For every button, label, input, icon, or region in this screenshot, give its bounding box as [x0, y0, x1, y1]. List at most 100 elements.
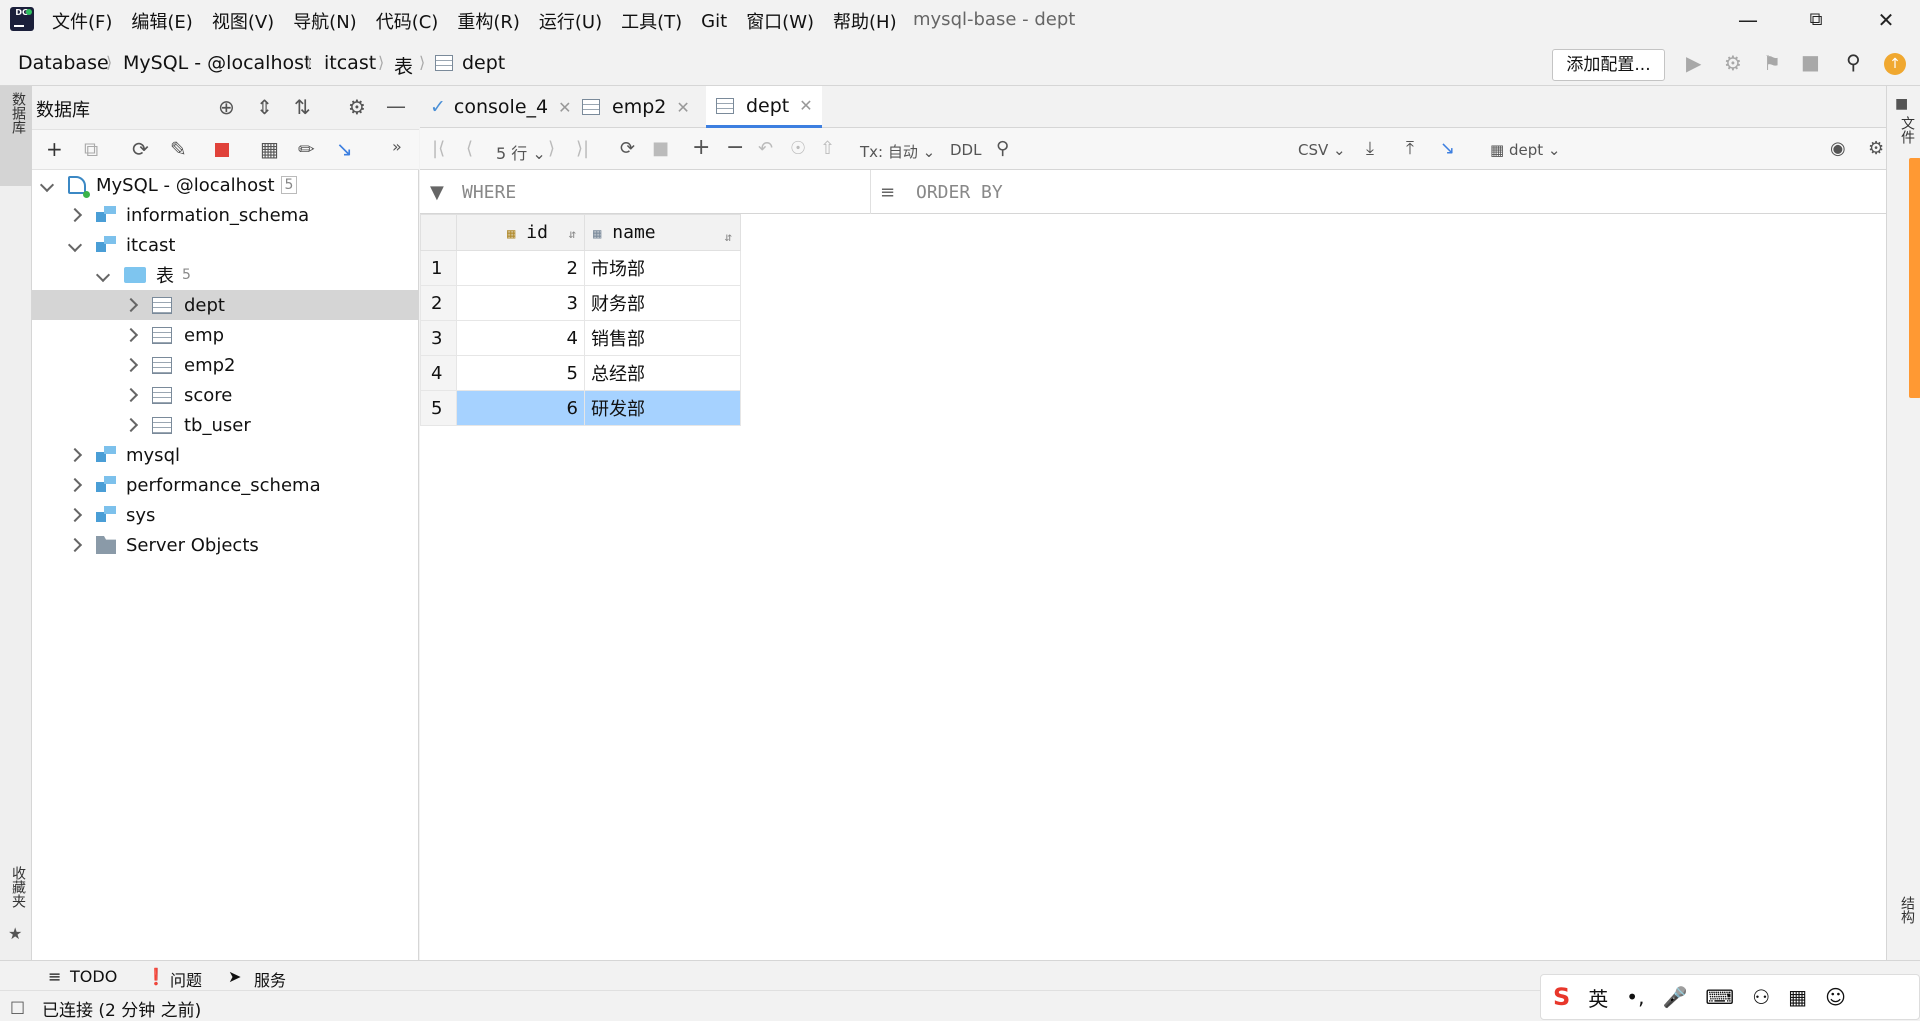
copy-icon[interactable]: ⧉	[84, 137, 98, 161]
add-icon[interactable]: +	[46, 137, 63, 161]
export-format-selector[interactable]: CSV ⌄	[1298, 141, 1346, 159]
cell-name[interactable]: 总经部	[584, 355, 741, 391]
stop-query-icon[interactable]: ■	[652, 138, 669, 159]
tab-emp2[interactable]: emp2 ✕	[572, 86, 696, 128]
compare-icon[interactable]: ↘	[1440, 138, 1455, 159]
tab-console-4[interactable]: ✓ console_4 ✕	[420, 86, 572, 128]
menu-view[interactable]: 视图(V)	[212, 8, 274, 34]
close-tab-icon[interactable]: ✕	[558, 98, 571, 117]
mascot-icon[interactable]: ☺	[1825, 985, 1846, 1009]
database-tool-tab[interactable]: 数据库	[0, 86, 32, 186]
table-row[interactable]: 1 2 市场部	[420, 250, 741, 286]
table-selector[interactable]: ▦ dept ⌄	[1490, 141, 1560, 159]
chevron-right-icon[interactable]	[123, 417, 139, 433]
hide-panel-icon[interactable]: —	[386, 94, 406, 118]
tree-node-score[interactable]: score	[123, 380, 232, 410]
menu-git[interactable]: Git	[701, 11, 727, 32]
ime-language-toggle[interactable]: 英	[1588, 983, 1608, 1012]
chevron-right-icon[interactable]	[67, 477, 83, 493]
cell-id[interactable]: 3	[456, 285, 585, 321]
problems-tab[interactable]: 问题	[170, 967, 202, 991]
reload-icon[interactable]: ⟳	[620, 138, 635, 159]
chevron-right-icon[interactable]	[123, 387, 139, 403]
tree-node-tables-folder[interactable]: 表 5	[95, 260, 191, 290]
search-icon[interactable]: ⚲	[996, 138, 1009, 159]
breadcrumb-schema[interactable]: itcast	[324, 52, 376, 74]
breadcrumb-connection[interactable]: MySQL - @localhost	[123, 52, 311, 74]
debug-icon[interactable]: ⚙	[1724, 51, 1742, 75]
tree-node-connection[interactable]: MySQL - @localhost 5	[39, 170, 298, 200]
rows-count-selector[interactable]: 5 行 ⌄	[496, 140, 546, 164]
column-header-id[interactable]: ▦ id ⇵	[456, 214, 585, 251]
chevron-right-icon[interactable]	[67, 537, 83, 553]
refresh-icon[interactable]: ⟳	[132, 137, 149, 161]
chevron-right-icon[interactable]	[123, 297, 139, 313]
file-tool-tab[interactable]: 文件	[1893, 116, 1917, 156]
chevron-down-icon[interactable]	[39, 177, 55, 193]
tab-dept[interactable]: dept ✕	[706, 86, 822, 128]
preview-icon[interactable]: ☉	[790, 138, 806, 159]
revert-icon[interactable]: ↶	[758, 138, 773, 159]
breadcrumb-tables[interactable]: 表	[394, 52, 413, 79]
cell-id[interactable]: 5	[456, 355, 585, 391]
ddl-button[interactable]: DDL	[950, 141, 981, 159]
chevron-down-icon[interactable]	[95, 267, 111, 283]
layout-icon[interactable]: □	[10, 997, 25, 1016]
tree-node-dept[interactable]: dept	[32, 290, 419, 320]
chevron-right-icon[interactable]	[67, 507, 83, 523]
tree-node-information-schema[interactable]: information_schema	[67, 200, 309, 230]
close-icon[interactable]: ✕	[1866, 4, 1906, 36]
cell-name[interactable]: 市场部	[584, 250, 741, 286]
table-editor-icon[interactable]: ▦	[260, 137, 279, 161]
disconnect-icon[interactable]	[215, 143, 229, 157]
cell-id[interactable]: 6	[456, 390, 585, 426]
chevron-down-icon[interactable]	[67, 237, 83, 253]
cell-name[interactable]: 财务部	[584, 285, 741, 321]
keyboard-icon[interactable]: ⌨	[1705, 985, 1734, 1009]
properties-icon[interactable]: ✎	[170, 137, 187, 161]
structure-tool-tab[interactable]: 结构	[1893, 896, 1917, 940]
menu-help[interactable]: 帮助(H)	[833, 8, 897, 34]
punctuation-icon[interactable]: •,	[1626, 985, 1644, 1009]
jump-icon[interactable]: ↘	[336, 137, 353, 161]
cell-name[interactable]: 研发部	[584, 390, 741, 426]
collapse-all-icon[interactable]: ⇅	[294, 95, 311, 119]
view-icon[interactable]: ◉	[1830, 138, 1846, 159]
run-icon[interactable]: ▶	[1686, 51, 1701, 75]
column-header-name[interactable]: ▦ name ⇵	[584, 214, 741, 251]
next-page-icon[interactable]: ⟩	[548, 138, 555, 159]
sort-arrows-icon[interactable]: ⇵	[569, 227, 576, 241]
scrollbar-thumb[interactable]	[1909, 158, 1920, 398]
upload-icon[interactable]: ⤒	[1406, 138, 1414, 159]
search-icon[interactable]: ⚲	[1846, 50, 1861, 74]
cell-id[interactable]: 4	[456, 320, 585, 356]
close-tab-icon[interactable]: ✕	[676, 98, 689, 117]
chevron-right-icon[interactable]	[67, 207, 83, 223]
locate-icon[interactable]: ⊕	[218, 95, 235, 119]
where-input[interactable]: WHERE	[462, 182, 516, 203]
table-row-selected[interactable]: 5 6 研发部	[420, 390, 741, 426]
cell-name[interactable]: 销售部	[584, 320, 741, 356]
menu-navigate[interactable]: 导航(N)	[293, 8, 357, 34]
sogou-logo-icon[interactable]: S	[1553, 983, 1570, 1011]
tree-node-emp[interactable]: emp	[123, 320, 224, 350]
transaction-mode-selector[interactable]: Tx: 自动 ⌄	[860, 141, 935, 162]
tree-node-itcast[interactable]: itcast	[67, 230, 175, 260]
order-by-input[interactable]: ORDER BY	[916, 182, 1003, 203]
tree-node-tb-user[interactable]: tb_user	[123, 410, 251, 440]
tree-node-mysql[interactable]: mysql	[67, 440, 180, 470]
coverage-icon[interactable]: ⚑	[1763, 51, 1781, 75]
previous-page-icon[interactable]: ⟨	[466, 138, 473, 159]
breadcrumb-database[interactable]: Database	[18, 52, 109, 74]
menu-window[interactable]: 窗口(W)	[746, 8, 814, 34]
tree-node-sys[interactable]: sys	[67, 500, 155, 530]
minimize-icon[interactable]: —	[1728, 4, 1768, 36]
last-page-icon[interactable]: ⟩|	[576, 138, 589, 159]
menu-tools[interactable]: 工具(T)	[621, 8, 682, 34]
more-icon[interactable]: »	[392, 137, 402, 156]
close-tab-icon[interactable]: ✕	[799, 96, 812, 115]
restore-icon[interactable]: ⧉	[1796, 4, 1836, 36]
delete-row-icon[interactable]: −	[726, 135, 744, 160]
toolbox-icon[interactable]: ▦	[1788, 985, 1807, 1009]
grid-settings-icon[interactable]: ⚙	[1868, 138, 1884, 159]
